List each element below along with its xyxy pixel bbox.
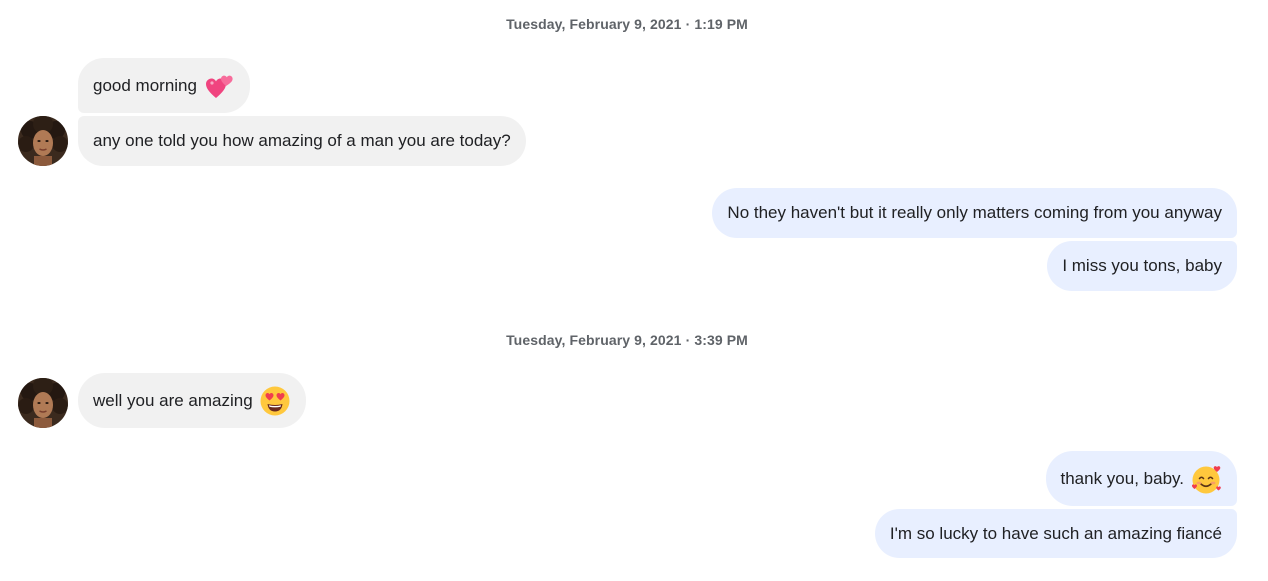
message-bubble-incoming[interactable]: good morning bbox=[78, 58, 250, 113]
message-bubble-incoming[interactable]: any one told you how amazing of a man yo… bbox=[78, 116, 526, 166]
contact-avatar[interactable] bbox=[18, 378, 68, 428]
message-bubble-outgoing[interactable]: I'm so lucky to have such an amazing fia… bbox=[874, 509, 1237, 558]
message-bubble-outgoing[interactable]: I miss you tons, baby bbox=[1047, 241, 1237, 291]
message-text: any one told you how amazing of a man yo… bbox=[93, 131, 511, 150]
message-text: I miss you tons, baby bbox=[1062, 256, 1222, 275]
conversation-view: Tuesday, February 9, 2021 · 1:19 PM good… bbox=[0, 0, 1268, 581]
message-text: thank you, baby. bbox=[1060, 468, 1185, 488]
heart-eyes-icon bbox=[259, 385, 291, 417]
two-hearts-icon bbox=[203, 70, 235, 102]
message-bubble-incoming[interactable]: well you are amazing bbox=[78, 373, 306, 428]
message-bubble-outgoing[interactable]: No they haven't but it really only matte… bbox=[712, 188, 1237, 238]
message-text: good morning bbox=[93, 75, 197, 95]
timestamp-divider: Tuesday, February 9, 2021 · 3:39 PM bbox=[506, 332, 748, 348]
timestamp-divider: Tuesday, February 9, 2021 · 1:19 PM bbox=[506, 16, 748, 32]
message-bubble-outgoing[interactable]: thank you, baby. bbox=[1045, 451, 1237, 506]
message-text: I'm so lucky to have such an amazing fia… bbox=[889, 523, 1222, 543]
contact-avatar[interactable] bbox=[18, 116, 68, 166]
smiling-face-with-hearts-icon bbox=[1190, 463, 1222, 495]
message-text: No they haven't but it really only matte… bbox=[727, 203, 1222, 222]
message-text: well you are amazing bbox=[93, 390, 253, 410]
